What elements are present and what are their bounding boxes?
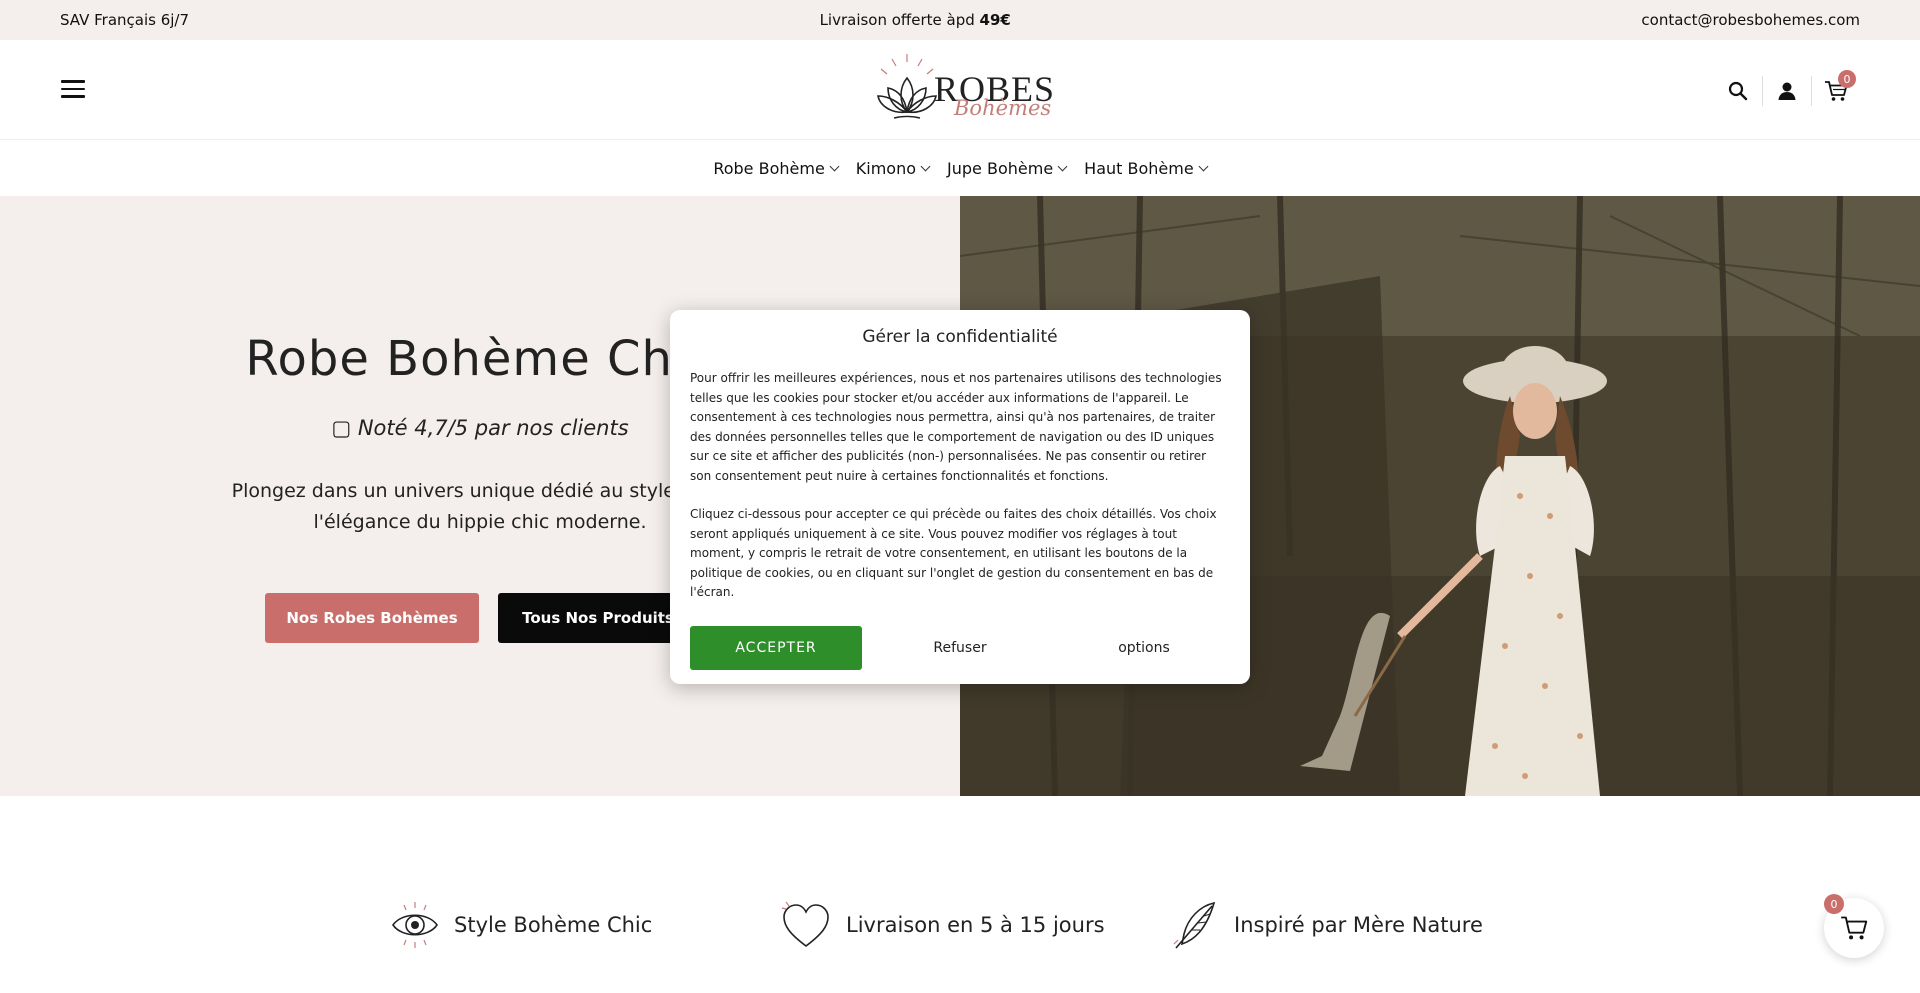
feature-label: Inspiré par Mère Nature [1234,913,1483,937]
cart-button[interactable]: 0 [1812,70,1860,106]
heart-icon [781,901,829,948]
search-icon [1728,81,1748,101]
chevron-down-icon [1198,161,1209,172]
site-logo[interactable]: ROBES Bohèmes [872,50,1054,128]
header-actions: 0 [1714,70,1860,106]
all-products-button[interactable]: Tous Nos Produits [498,593,698,643]
logo-script: Bohèmes [954,96,1052,120]
feature-nature: Inspiré par Mère Nature [1172,900,1483,950]
dialog-body: Pour offrir les meilleures expériences, … [690,369,1230,603]
accept-button[interactable]: ACCEPTER [690,626,862,670]
cart-count-badge: 0 [1824,894,1844,914]
shipping-text: Livraison offerte àpd 49€ [819,11,1011,29]
search-button[interactable] [1714,76,1762,106]
site-header: ROBES Bohèmes 0 [0,40,1920,140]
dialog-title: Gérer la confidentialité [862,327,1058,347]
floating-cart-button[interactable]: 0 [1824,894,1884,958]
chevron-down-icon [920,161,931,172]
contact-email[interactable]: contact@robesbohemes.com [1641,11,1860,29]
chevron-down-icon [1057,161,1068,172]
feature-style: Style Bohème Chic [390,900,652,950]
dialog-actions: ACCEPTER Refuser options [690,626,1230,670]
cookie-consent-dialog: Gérer la confidentialité Pour offrir les… [670,310,1250,684]
consent-paragraph: Pour offrir les meilleures expériences, … [690,371,1222,483]
lotus-logo-icon [877,54,937,119]
options-button[interactable]: options [1058,626,1230,670]
consent-paragraph: Cliquez ci-dessous pour accepter ce qui … [690,507,1217,599]
nav-item-jupe-boheme[interactable]: Jupe Bohème [944,159,1069,178]
account-button[interactable] [1763,76,1811,106]
chevron-down-icon [829,161,840,172]
cart-icon [1841,916,1868,940]
refuse-button[interactable]: Refuser [874,626,1046,670]
user-icon [1778,82,1796,100]
feather-icon [1173,901,1216,949]
eye-icon [392,902,438,948]
feature-label: Livraison en 5 à 15 jours [846,913,1105,937]
support-text: SAV Français 6j/7 [60,11,190,29]
nav-item-robe-boheme[interactable]: Robe Bohème [710,159,840,178]
announcement-bar: SAV Français 6j/7 Livraison offerte àpd … [0,0,1920,40]
feature-label: Style Bohème Chic [454,913,653,937]
cart-count-badge: 0 [1838,70,1856,88]
features-strip [0,796,1920,993]
shop-dresses-button[interactable]: Nos Robes Bohèmes [265,593,479,643]
menu-icon[interactable] [61,80,85,98]
nav-item-kimono[interactable]: Kimono [853,159,932,178]
feature-delivery: Livraison en 5 à 15 jours [780,900,1105,950]
main-nav: Robe Bohème Kimono Jupe Bohème Haut Bohè… [0,141,1920,196]
nav-item-haut-boheme[interactable]: Haut Bohème [1081,159,1210,178]
